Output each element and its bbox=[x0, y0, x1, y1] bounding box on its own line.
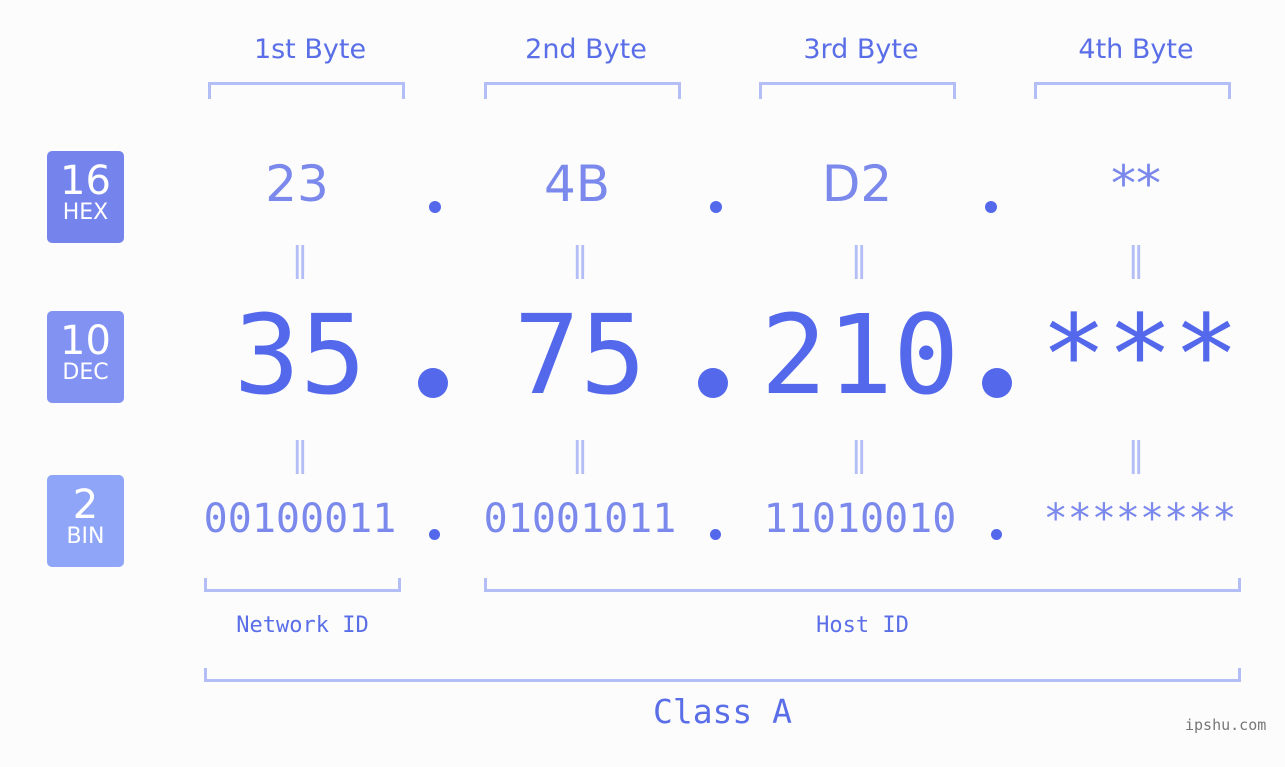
equals-sign: ‖ bbox=[850, 435, 868, 475]
hex-badge-label: HEX bbox=[62, 200, 109, 225]
equals-sign: ‖ bbox=[291, 240, 309, 280]
byte-header-4: 4th Byte bbox=[1078, 34, 1194, 65]
network-id-bracket bbox=[204, 578, 401, 592]
bin-value-2: 01001011 bbox=[483, 496, 677, 542]
network-id-label: Network ID bbox=[236, 613, 369, 638]
bin-dot-1 bbox=[429, 529, 440, 540]
hex-dot-2 bbox=[710, 201, 722, 213]
dec-dot-2 bbox=[698, 368, 728, 398]
dec-value-4: *** bbox=[1040, 291, 1240, 419]
bin-badge-label: BIN bbox=[66, 524, 105, 549]
equals-sign: ‖ bbox=[571, 435, 589, 475]
byte-header-2: 2nd Byte bbox=[525, 34, 647, 65]
equals-sign: ‖ bbox=[1127, 435, 1145, 475]
dec-dot-1 bbox=[418, 368, 448, 398]
dec-dot-3 bbox=[982, 368, 1012, 398]
hex-value-1: 23 bbox=[265, 155, 329, 213]
bin-badge-base: 2 bbox=[72, 482, 99, 528]
host-id-label: Host ID bbox=[816, 613, 909, 638]
hex-value-3: D2 bbox=[821, 155, 893, 213]
bin-value-4: ******** bbox=[1043, 496, 1237, 542]
hex-dot-3 bbox=[985, 201, 997, 213]
bin-dot-2 bbox=[710, 529, 721, 540]
class-label: Class A bbox=[652, 692, 793, 731]
dec-value-1: 35 bbox=[233, 291, 367, 419]
hex-badge: 16 HEX bbox=[47, 151, 124, 243]
bin-dot-3 bbox=[991, 529, 1002, 540]
class-bracket bbox=[204, 668, 1241, 682]
byte-bracket-4 bbox=[1034, 82, 1231, 99]
dec-value-3: 210 bbox=[760, 291, 960, 419]
byte-bracket-2 bbox=[484, 82, 681, 99]
dec-badge: 10 DEC bbox=[47, 311, 124, 403]
bin-value-1: 00100011 bbox=[203, 496, 397, 542]
hex-badge-base: 16 bbox=[60, 158, 111, 204]
hex-value-2: 4B bbox=[543, 155, 611, 213]
bin-badge: 2 BIN bbox=[47, 475, 124, 567]
byte-header-1: 1st Byte bbox=[253, 34, 367, 65]
hex-dot-1 bbox=[429, 201, 441, 213]
equals-sign: ‖ bbox=[1127, 240, 1145, 280]
equals-sign: ‖ bbox=[571, 240, 589, 280]
dec-badge-base: 10 bbox=[60, 318, 111, 364]
equals-sign: ‖ bbox=[291, 435, 309, 475]
byte-bracket-3 bbox=[759, 82, 956, 99]
host-id-bracket bbox=[484, 578, 1241, 592]
byte-bracket-1 bbox=[208, 82, 405, 99]
hex-value-4: ** bbox=[1111, 155, 1161, 213]
equals-sign: ‖ bbox=[850, 240, 868, 280]
dec-badge-label: DEC bbox=[62, 360, 109, 385]
byte-header-3: 3rd Byte bbox=[803, 34, 919, 65]
watermark: ipshu.com bbox=[1185, 716, 1267, 734]
dec-value-2: 75 bbox=[513, 291, 647, 419]
bin-value-3: 11010010 bbox=[763, 496, 957, 542]
